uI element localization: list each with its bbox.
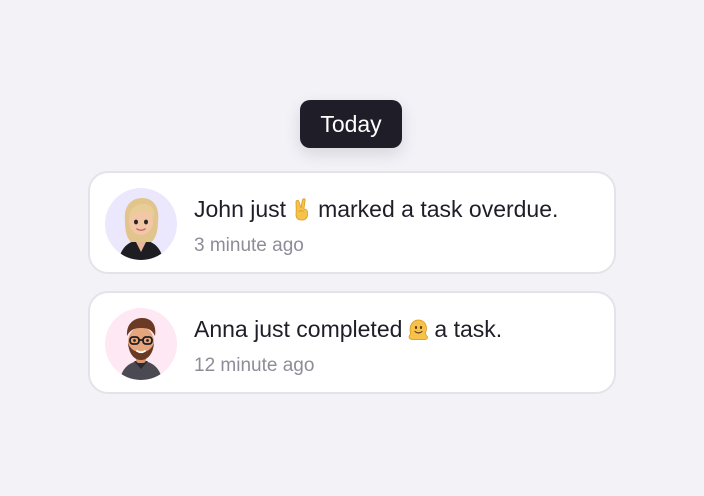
notification-card-anna[interactable]: Anna just completed a task. 12 minute ag… [88, 291, 616, 394]
avatar-anna [105, 308, 177, 380]
victory-hand-icon [290, 197, 314, 221]
message-text-before: Anna just completed [194, 316, 403, 342]
message-text-after: marked a task overdue. [318, 196, 559, 222]
notification-card-john[interactable]: John just marked a task overdue. 3 minut… [88, 171, 616, 274]
notification-message: John just marked a task overdue. [194, 195, 558, 223]
melting-face-icon [406, 317, 430, 341]
notification-time: 12 minute ago [194, 355, 315, 376]
message-text-after: a task. [434, 316, 503, 342]
message-text-before: John just [194, 196, 287, 222]
woman-avatar-icon [105, 188, 177, 260]
notification-time: 3 minute ago [194, 235, 304, 256]
avatar-john [105, 188, 177, 260]
man-avatar-icon [105, 308, 177, 380]
today-badge: Today [300, 100, 402, 148]
notification-message: Anna just completed a task. [194, 315, 502, 343]
